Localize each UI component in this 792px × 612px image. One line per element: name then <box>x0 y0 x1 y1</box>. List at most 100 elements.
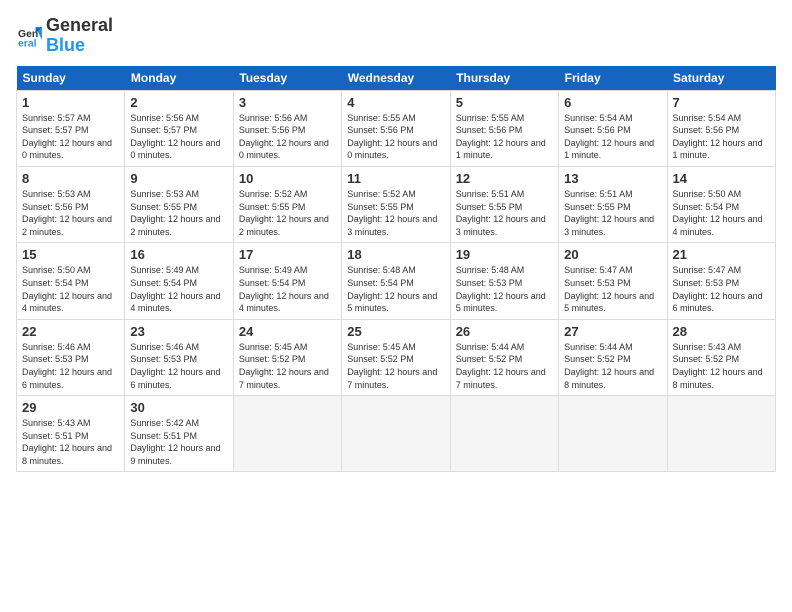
day-number: 27 <box>564 324 661 339</box>
calendar-week-1: 1 Sunrise: 5:57 AM Sunset: 5:57 PM Dayli… <box>17 90 776 166</box>
calendar-cell: 15 Sunrise: 5:50 AM Sunset: 5:54 PM Dayl… <box>17 243 125 319</box>
day-number: 21 <box>673 247 770 262</box>
day-number: 28 <box>673 324 770 339</box>
calendar-cell: 3 Sunrise: 5:56 AM Sunset: 5:56 PM Dayli… <box>233 90 341 166</box>
calendar-cell: 19 Sunrise: 5:48 AM Sunset: 5:53 PM Dayl… <box>450 243 558 319</box>
day-info: Sunrise: 5:55 AM Sunset: 5:56 PM Dayligh… <box>347 112 444 162</box>
calendar-cell: 24 Sunrise: 5:45 AM Sunset: 5:52 PM Dayl… <box>233 319 341 395</box>
calendar-table: SundayMondayTuesdayWednesdayThursdayFrid… <box>16 66 776 473</box>
day-info: Sunrise: 5:43 AM Sunset: 5:51 PM Dayligh… <box>22 417 119 467</box>
day-number: 10 <box>239 171 336 186</box>
day-number: 11 <box>347 171 444 186</box>
day-number: 5 <box>456 95 553 110</box>
calendar-cell: 9 Sunrise: 5:53 AM Sunset: 5:55 PM Dayli… <box>125 166 233 242</box>
calendar-cell: 27 Sunrise: 5:44 AM Sunset: 5:52 PM Dayl… <box>559 319 667 395</box>
header: Gen eral GeneralBlue <box>16 16 776 56</box>
day-info: Sunrise: 5:43 AM Sunset: 5:52 PM Dayligh… <box>673 341 770 391</box>
calendar-cell <box>667 396 775 472</box>
weekday-header-sunday: Sunday <box>17 66 125 91</box>
day-number: 7 <box>673 95 770 110</box>
day-number: 23 <box>130 324 227 339</box>
day-info: Sunrise: 5:45 AM Sunset: 5:52 PM Dayligh… <box>239 341 336 391</box>
calendar-cell: 10 Sunrise: 5:52 AM Sunset: 5:55 PM Dayl… <box>233 166 341 242</box>
day-number: 16 <box>130 247 227 262</box>
day-number: 1 <box>22 95 119 110</box>
day-info: Sunrise: 5:51 AM Sunset: 5:55 PM Dayligh… <box>456 188 553 238</box>
calendar-cell: 8 Sunrise: 5:53 AM Sunset: 5:56 PM Dayli… <box>17 166 125 242</box>
logo-text: GeneralBlue <box>46 16 113 56</box>
day-info: Sunrise: 5:49 AM Sunset: 5:54 PM Dayligh… <box>130 264 227 314</box>
weekday-header-wednesday: Wednesday <box>342 66 450 91</box>
weekday-header-friday: Friday <box>559 66 667 91</box>
day-info: Sunrise: 5:42 AM Sunset: 5:51 PM Dayligh… <box>130 417 227 467</box>
day-number: 20 <box>564 247 661 262</box>
calendar-cell: 1 Sunrise: 5:57 AM Sunset: 5:57 PM Dayli… <box>17 90 125 166</box>
day-info: Sunrise: 5:56 AM Sunset: 5:56 PM Dayligh… <box>239 112 336 162</box>
day-number: 14 <box>673 171 770 186</box>
day-info: Sunrise: 5:54 AM Sunset: 5:56 PM Dayligh… <box>564 112 661 162</box>
day-info: Sunrise: 5:56 AM Sunset: 5:57 PM Dayligh… <box>130 112 227 162</box>
day-number: 18 <box>347 247 444 262</box>
calendar-week-2: 8 Sunrise: 5:53 AM Sunset: 5:56 PM Dayli… <box>17 166 776 242</box>
day-number: 13 <box>564 171 661 186</box>
svg-text:eral: eral <box>18 38 37 48</box>
weekday-header-monday: Monday <box>125 66 233 91</box>
calendar-week-4: 22 Sunrise: 5:46 AM Sunset: 5:53 PM Dayl… <box>17 319 776 395</box>
day-number: 19 <box>456 247 553 262</box>
calendar-cell: 23 Sunrise: 5:46 AM Sunset: 5:53 PM Dayl… <box>125 319 233 395</box>
day-number: 4 <box>347 95 444 110</box>
calendar-cell: 29 Sunrise: 5:43 AM Sunset: 5:51 PM Dayl… <box>17 396 125 472</box>
day-info: Sunrise: 5:50 AM Sunset: 5:54 PM Dayligh… <box>673 188 770 238</box>
calendar-cell: 4 Sunrise: 5:55 AM Sunset: 5:56 PM Dayli… <box>342 90 450 166</box>
calendar-cell: 11 Sunrise: 5:52 AM Sunset: 5:55 PM Dayl… <box>342 166 450 242</box>
calendar-cell: 26 Sunrise: 5:44 AM Sunset: 5:52 PM Dayl… <box>450 319 558 395</box>
calendar-week-5: 29 Sunrise: 5:43 AM Sunset: 5:51 PM Dayl… <box>17 396 776 472</box>
day-info: Sunrise: 5:53 AM Sunset: 5:56 PM Dayligh… <box>22 188 119 238</box>
day-number: 6 <box>564 95 661 110</box>
day-number: 30 <box>130 400 227 415</box>
weekday-header-row: SundayMondayTuesdayWednesdayThursdayFrid… <box>17 66 776 91</box>
day-info: Sunrise: 5:52 AM Sunset: 5:55 PM Dayligh… <box>239 188 336 238</box>
day-number: 26 <box>456 324 553 339</box>
weekday-header-saturday: Saturday <box>667 66 775 91</box>
day-info: Sunrise: 5:48 AM Sunset: 5:54 PM Dayligh… <box>347 264 444 314</box>
day-info: Sunrise: 5:57 AM Sunset: 5:57 PM Dayligh… <box>22 112 119 162</box>
day-info: Sunrise: 5:46 AM Sunset: 5:53 PM Dayligh… <box>130 341 227 391</box>
day-info: Sunrise: 5:55 AM Sunset: 5:56 PM Dayligh… <box>456 112 553 162</box>
calendar-cell: 22 Sunrise: 5:46 AM Sunset: 5:53 PM Dayl… <box>17 319 125 395</box>
calendar-cell <box>342 396 450 472</box>
calendar-cell: 5 Sunrise: 5:55 AM Sunset: 5:56 PM Dayli… <box>450 90 558 166</box>
day-info: Sunrise: 5:49 AM Sunset: 5:54 PM Dayligh… <box>239 264 336 314</box>
calendar-cell: 18 Sunrise: 5:48 AM Sunset: 5:54 PM Dayl… <box>342 243 450 319</box>
calendar-cell: 20 Sunrise: 5:47 AM Sunset: 5:53 PM Dayl… <box>559 243 667 319</box>
day-info: Sunrise: 5:44 AM Sunset: 5:52 PM Dayligh… <box>564 341 661 391</box>
calendar-cell: 7 Sunrise: 5:54 AM Sunset: 5:56 PM Dayli… <box>667 90 775 166</box>
day-info: Sunrise: 5:47 AM Sunset: 5:53 PM Dayligh… <box>564 264 661 314</box>
weekday-header-thursday: Thursday <box>450 66 558 91</box>
day-info: Sunrise: 5:44 AM Sunset: 5:52 PM Dayligh… <box>456 341 553 391</box>
calendar-cell <box>233 396 341 472</box>
calendar-cell: 14 Sunrise: 5:50 AM Sunset: 5:54 PM Dayl… <box>667 166 775 242</box>
calendar-cell: 25 Sunrise: 5:45 AM Sunset: 5:52 PM Dayl… <box>342 319 450 395</box>
calendar-cell: 6 Sunrise: 5:54 AM Sunset: 5:56 PM Dayli… <box>559 90 667 166</box>
day-number: 24 <box>239 324 336 339</box>
day-info: Sunrise: 5:54 AM Sunset: 5:56 PM Dayligh… <box>673 112 770 162</box>
day-number: 8 <box>22 171 119 186</box>
day-number: 9 <box>130 171 227 186</box>
page: Gen eral GeneralBlue SundayMondayTuesday… <box>0 0 792 612</box>
calendar-cell: 30 Sunrise: 5:42 AM Sunset: 5:51 PM Dayl… <box>125 396 233 472</box>
day-info: Sunrise: 5:46 AM Sunset: 5:53 PM Dayligh… <box>22 341 119 391</box>
calendar-cell: 2 Sunrise: 5:56 AM Sunset: 5:57 PM Dayli… <box>125 90 233 166</box>
day-info: Sunrise: 5:45 AM Sunset: 5:52 PM Dayligh… <box>347 341 444 391</box>
day-info: Sunrise: 5:53 AM Sunset: 5:55 PM Dayligh… <box>130 188 227 238</box>
calendar-cell <box>559 396 667 472</box>
day-number: 15 <box>22 247 119 262</box>
day-info: Sunrise: 5:47 AM Sunset: 5:53 PM Dayligh… <box>673 264 770 314</box>
day-number: 22 <box>22 324 119 339</box>
day-number: 2 <box>130 95 227 110</box>
calendar-cell: 16 Sunrise: 5:49 AM Sunset: 5:54 PM Dayl… <box>125 243 233 319</box>
calendar-week-3: 15 Sunrise: 5:50 AM Sunset: 5:54 PM Dayl… <box>17 243 776 319</box>
day-number: 3 <box>239 95 336 110</box>
calendar-cell: 17 Sunrise: 5:49 AM Sunset: 5:54 PM Dayl… <box>233 243 341 319</box>
calendar-cell: 12 Sunrise: 5:51 AM Sunset: 5:55 PM Dayl… <box>450 166 558 242</box>
